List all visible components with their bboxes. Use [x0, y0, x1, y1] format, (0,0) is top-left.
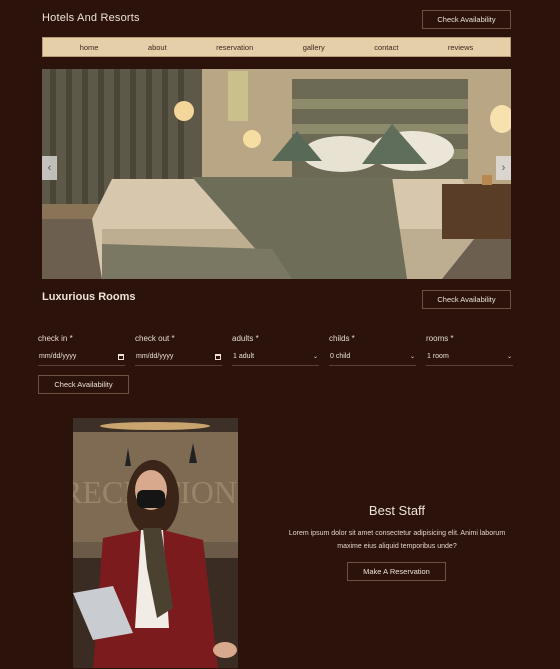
form-check-availability-button[interactable]: Check Availability — [38, 375, 129, 394]
hero-slider: ‹ › — [42, 69, 511, 279]
check-out-field: check out * mm/dd/yyyy — [135, 334, 222, 366]
nav-item-home[interactable]: home — [80, 43, 99, 52]
check-in-date-input[interactable]: mm/dd/yyyy — [38, 348, 125, 366]
hotel-room-photo — [42, 69, 511, 279]
adults-label: adults * — [232, 334, 259, 343]
childs-label: childs * — [329, 334, 355, 343]
chevron-down-icon: ⌄ — [312, 354, 318, 360]
rooms-label: rooms * — [426, 334, 454, 343]
booking-form: check in * mm/dd/yyyy check out * mm/dd/… — [38, 334, 516, 366]
rooms-check-availability-button[interactable]: Check Availability — [422, 290, 511, 309]
brand-logo-text[interactable]: Hotels And Resorts — [42, 12, 140, 24]
calendar-icon[interactable] — [118, 353, 124, 360]
check-in-value: mm/dd/yyyy — [39, 353, 77, 360]
childs-select[interactable]: 0 child ⌄ — [329, 348, 416, 366]
check-out-label: check out * — [135, 334, 175, 343]
nav-item-about[interactable]: about — [148, 43, 167, 52]
adults-value: 1 adult — [233, 353, 255, 360]
staff-section-title: Best Staff — [368, 503, 426, 518]
slider-next-arrow-icon[interactable]: › — [496, 156, 511, 180]
slider-prev-arrow-icon[interactable]: ‹ — [42, 156, 57, 180]
adults-field: adults * 1 adult ⌄ — [232, 334, 319, 366]
staff-description: Lorem ipsum dolor sit amet consectetur a… — [288, 530, 506, 550]
check-in-field: check in * mm/dd/yyyy — [38, 334, 125, 366]
childs-field: childs * 0 child ⌄ — [329, 334, 416, 366]
check-in-label: check in * — [38, 334, 73, 343]
chevron-down-icon: ⌄ — [409, 354, 415, 360]
check-out-value: mm/dd/yyyy — [136, 353, 174, 360]
nav-item-contact[interactable]: contact — [374, 43, 398, 52]
rooms-section-title: Luxurious Rooms — [42, 291, 136, 303]
staff-member-image: RECEPTION — [73, 418, 238, 668]
main-navigation: home about reservation gallery contact r… — [42, 37, 511, 57]
check-out-date-input[interactable]: mm/dd/yyyy — [135, 348, 222, 366]
rooms-value: 1 room — [427, 353, 449, 360]
nav-item-reviews[interactable]: reviews — [448, 43, 473, 52]
chevron-down-icon: ⌄ — [506, 354, 512, 360]
calendar-icon[interactable] — [215, 353, 221, 360]
nav-item-reservation[interactable]: reservation — [216, 43, 253, 52]
adults-select[interactable]: 1 adult ⌄ — [232, 348, 319, 366]
nav-item-gallery[interactable]: gallery — [303, 43, 325, 52]
rooms-select[interactable]: 1 room ⌄ — [426, 348, 513, 366]
staff-photo: RECEPTION — [73, 418, 238, 668]
top-bar: Hotels And Resorts Check Availability — [42, 10, 511, 30]
make-reservation-button[interactable]: Make A Reservation — [347, 562, 446, 581]
childs-value: 0 child — [330, 353, 351, 360]
rooms-field: rooms * 1 room ⌄ — [426, 334, 513, 366]
header-check-availability-button[interactable]: Check Availability — [422, 10, 511, 29]
